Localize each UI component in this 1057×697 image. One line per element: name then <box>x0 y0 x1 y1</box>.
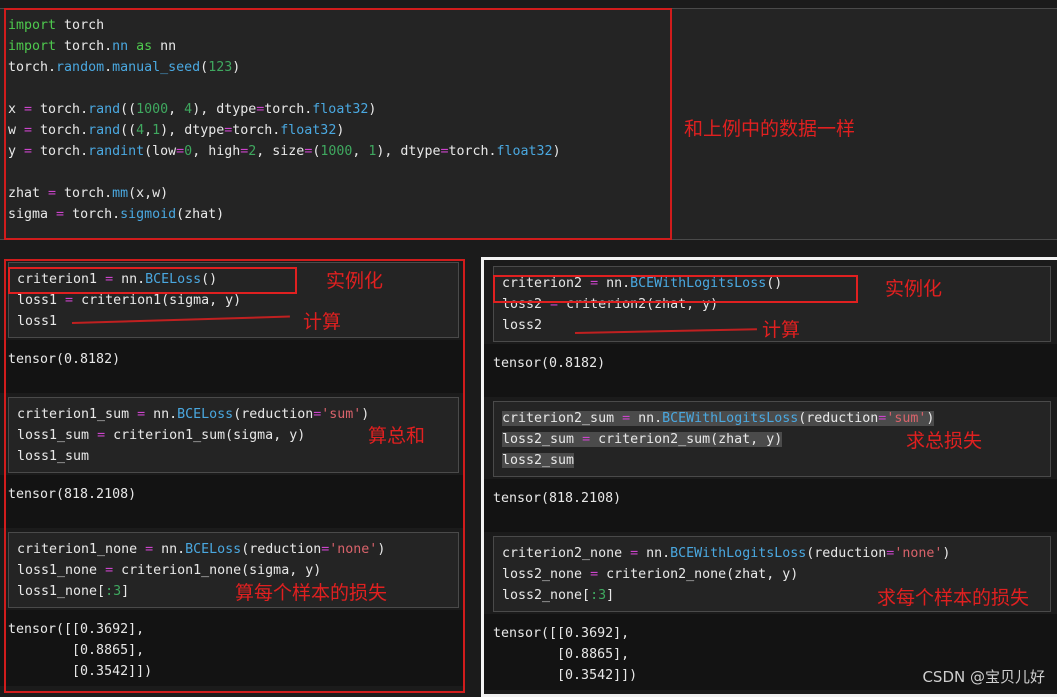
code-line: zhat = torch.mm(x,w) <box>8 186 169 201</box>
top-code-cell[interactable]: import torch import torch.nn as nn torch… <box>0 8 1057 240</box>
left-output-area-2: tensor(818.2108) <box>0 475 465 528</box>
code-line: criterion1_sum = nn.BCELoss(reduction='s… <box>17 407 370 422</box>
top-code-area[interactable]: import torch import torch.nn as nn torch… <box>0 8 1057 240</box>
code-line: import torch <box>8 18 105 33</box>
code-line: loss1 = criterion1(sigma, y) <box>17 293 242 308</box>
right-cell-1[interactable]: criterion2 = nn.BCEWithLogitsLoss() loss… <box>481 266 1057 397</box>
output-line: [0.3542]]) <box>8 664 153 679</box>
code-line: criterion1 = nn.BCELoss() <box>17 272 218 287</box>
output-line: tensor([[0.3692], <box>493 626 630 641</box>
csdn-watermark: CSDN @宝贝儿好 <box>922 668 1045 686</box>
output-line: tensor(0.8182) <box>8 352 121 367</box>
left-annotation-per-sample-3: 算每个样本的损失 <box>235 582 388 604</box>
code-line: loss2_sum <box>502 453 575 468</box>
right-output-area-1: tensor(0.8182) <box>481 344 1057 397</box>
right-annotation-compute-1: 计算 <box>762 319 801 341</box>
code-line: criterion2 = nn.BCEWithLogitsLoss() <box>502 276 783 291</box>
right-annotation-sum-2: 求总损失 <box>906 430 983 452</box>
code-line: loss2_none = criterion2_none(zhat, y) <box>502 567 799 582</box>
right-annotation-instantiate-1: 实例化 <box>885 278 943 300</box>
code-line: criterion2_none = nn.BCEWithLogitsLoss(r… <box>502 546 951 561</box>
output-line: tensor(0.8182) <box>493 356 606 371</box>
output-line: [0.8865], <box>8 643 145 658</box>
code-line: y = torch.randint(low=0, high=2, size=(1… <box>8 144 561 159</box>
left-annotation-sum-2: 算总和 <box>368 425 426 447</box>
left-column: criterion1 = nn.BCELoss() loss1 = criter… <box>0 257 465 693</box>
notebook-canvas: import torch import torch.nn as nn torch… <box>0 0 1057 697</box>
output-line: tensor([[0.3692], <box>8 622 145 637</box>
code-line: torch.random.manual_seed(123) <box>8 60 241 75</box>
left-code-area-1[interactable]: criterion1 = nn.BCELoss() loss1 = criter… <box>8 262 459 338</box>
code-line: loss1_sum <box>17 449 90 464</box>
left-annotation-compute-1: 计算 <box>303 311 342 333</box>
code-line: loss2 = criterion2(zhat, y) <box>502 297 719 312</box>
left-output-area-1: tensor(0.8182) <box>0 340 465 393</box>
code-line: w = torch.rand((4,1), dtype=torch.float3… <box>8 123 345 138</box>
left-annotation-instantiate-1: 实例化 <box>326 270 384 292</box>
right-column: criterion2 = nn.BCEWithLogitsLoss() loss… <box>481 257 1057 697</box>
right-cell-2[interactable]: criterion2_sum = nn.BCEWithLogitsLoss(re… <box>481 401 1057 532</box>
code-line: criterion2_sum = nn.BCEWithLogitsLoss(re… <box>502 411 935 426</box>
code-line: x = torch.rand((1000, 4), dtype=torch.fl… <box>8 102 377 117</box>
left-cell-2[interactable]: criterion1_sum = nn.BCELoss(reduction='s… <box>0 397 465 528</box>
top-cell-annotation: 和上例中的数据一样 <box>684 118 856 140</box>
left-code-area-3[interactable]: criterion1_none = nn.BCELoss(reduction='… <box>8 532 459 608</box>
left-cell-1[interactable]: criterion1 = nn.BCELoss() loss1 = criter… <box>0 262 465 393</box>
output-line: tensor(818.2108) <box>8 487 137 502</box>
code-line: loss1_none = criterion1_none(sigma, y) <box>17 563 322 578</box>
code-line: import torch.nn as nn <box>8 39 177 54</box>
output-line: [0.8865], <box>493 647 630 662</box>
right-annotation-per-sample-3: 求每个样本的损失 <box>877 587 1030 609</box>
output-line: tensor(818.2108) <box>493 491 622 506</box>
code-line: sigma = torch.sigmoid(zhat) <box>8 207 225 222</box>
left-cell-3[interactable]: criterion1_none = nn.BCELoss(reduction='… <box>0 532 465 686</box>
code-line: criterion1_none = nn.BCELoss(reduction='… <box>17 542 386 557</box>
right-output-area-2: tensor(818.2108) <box>481 479 1057 532</box>
left-output-area-3: tensor([[0.3692], [0.8865], [0.3542]]) <box>0 610 465 686</box>
